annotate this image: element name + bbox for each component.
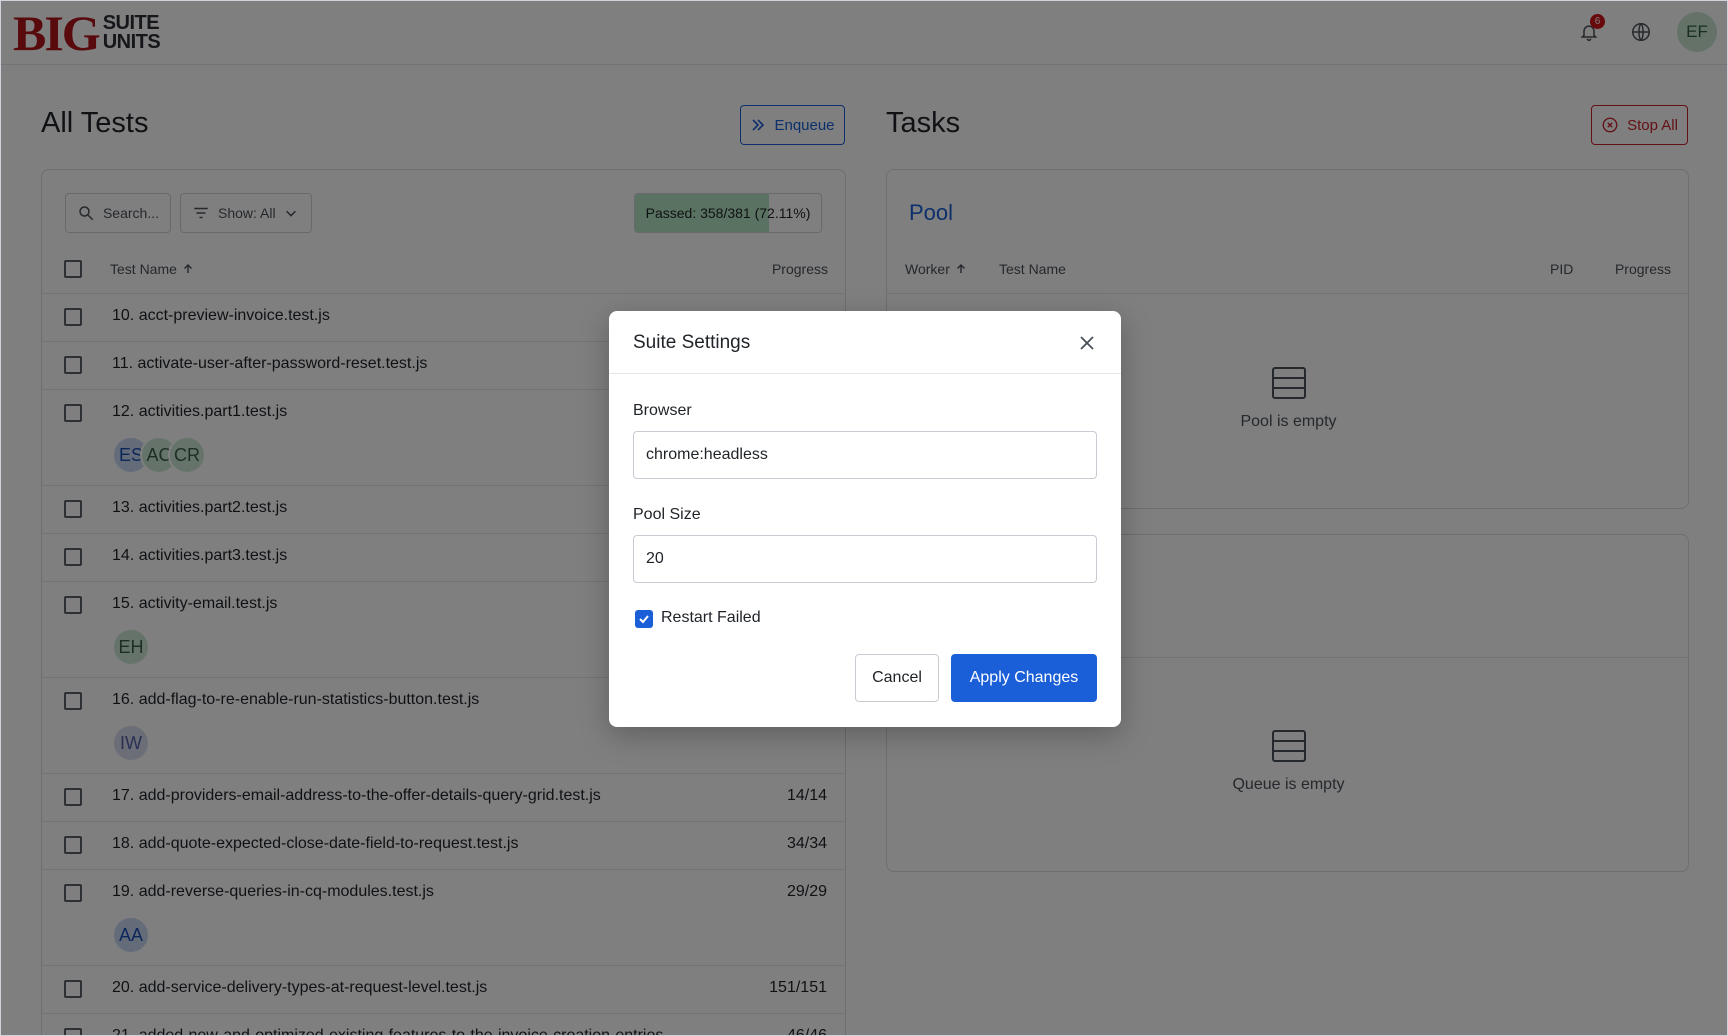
checkmark-icon	[639, 615, 649, 624]
browser-input[interactable]	[633, 431, 1097, 479]
suite-settings-dialog: Suite Settings Browser Pool Size Restart…	[609, 311, 1121, 727]
cancel-button[interactable]: Cancel	[855, 654, 939, 702]
dialog-header: Suite Settings	[609, 311, 1121, 374]
apply-changes-button[interactable]: Apply Changes	[951, 654, 1097, 702]
restart-failed-label[interactable]: Restart Failed	[661, 609, 761, 627]
pool-size-input[interactable]	[633, 535, 1097, 583]
close-icon	[1080, 336, 1094, 350]
app-window: BIG SUITE UNITS 6 EF All Tests Enqueue S…	[0, 0, 1728, 1036]
close-dialog-button[interactable]	[1075, 331, 1099, 355]
browser-label: Browser	[633, 402, 692, 419]
pool-size-label: Pool Size	[633, 506, 701, 523]
restart-failed-checkbox[interactable]	[635, 610, 653, 628]
dialog-title: Suite Settings	[633, 332, 751, 353]
